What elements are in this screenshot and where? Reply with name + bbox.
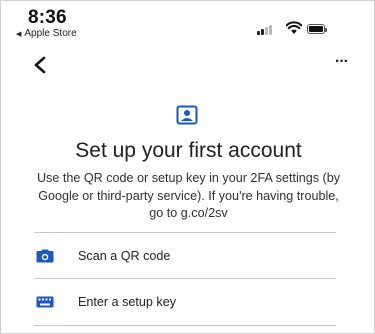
screen: 8:36 ◀ Apple Store ··· Set up your first… [0, 0, 375, 334]
camera-icon [36, 249, 54, 263]
battery-icon [307, 24, 327, 34]
account-box-icon [176, 105, 198, 125]
wifi-icon [286, 21, 302, 34]
divider [34, 325, 336, 326]
back-triangle-icon: ◀ [16, 30, 22, 38]
setup-description: Use the QR code or setup key in your 2FA… [36, 171, 341, 220]
enter-setup-key-label: Enter a setup key [78, 295, 177, 309]
more-horizontal-icon[interactable]: ··· [335, 53, 357, 73]
enter-setup-key-option[interactable]: Enter a setup key [34, 279, 336, 325]
back-to-app-link[interactable]: ◀ Apple Store [16, 28, 77, 39]
status-time: 8:36 [28, 7, 67, 28]
status-bar: 8:36 ◀ Apple Store [1, 1, 375, 47]
cellular-signal-icon [257, 25, 273, 35]
keyboard-icon [36, 296, 54, 308]
chevron-left-icon[interactable] [31, 55, 51, 75]
back-to-app-label: Apple Store [24, 28, 77, 39]
scan-qr-code-label: Scan a QR code [78, 249, 171, 263]
page-title: Set up your first account [75, 139, 302, 162]
scan-qr-code-option[interactable]: Scan a QR code [34, 233, 336, 279]
